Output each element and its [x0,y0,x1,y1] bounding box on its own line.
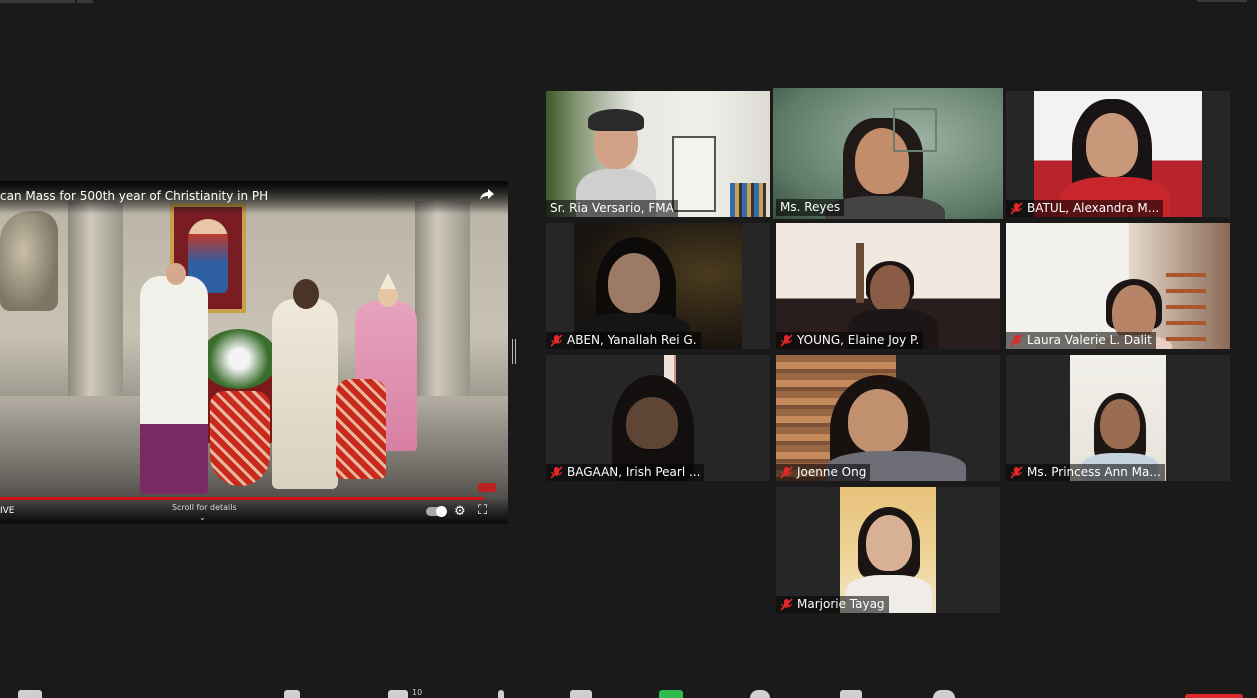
priest-figure [140,276,208,494]
video-feed [776,355,1000,481]
meeting-toolbar: 10 [0,688,1257,698]
participant-name-label: ABEN, Yanallah Rei G. [546,332,701,349]
video-feed [840,487,936,613]
microphone-muted-icon [780,334,793,347]
top-toolbar-stub [77,0,93,3]
autoplay-toggle[interactable] [426,506,447,517]
microphone-muted-icon [550,334,563,347]
microphone-muted-icon [1010,466,1023,479]
participant-name-label: Joenne Ong [776,464,871,481]
priest-head [166,263,186,285]
participant-name-label: Ms. Reyes [776,199,845,216]
participant-name-label: YOUNG, Elaine Joy P. [776,332,924,349]
microphone-muted-icon [780,466,793,479]
chevron-down-icon[interactable]: ⌄ [199,513,206,522]
record-icon[interactable] [750,690,770,698]
splitter-handle[interactable] [512,339,516,364]
exit-fullscreen-icon[interactable]: ⛶ [478,503,487,518]
speaker-icon[interactable] [284,690,300,698]
participant-tile[interactable]: Laura Valerie L. Dalit [1006,223,1230,349]
participants-icon[interactable] [388,690,408,698]
scroll-for-details[interactable]: Scroll for details [172,503,237,512]
shared-screen[interactable]: can Mass for 500th year of Christianity … [0,181,508,524]
top-toolbar-stub [1197,0,1247,2]
breakout-rooms-icon[interactable] [840,690,862,698]
participant-name-label: Marjorie Tayag [776,596,889,613]
microphone-muted-icon [550,466,563,479]
video-feed [1034,91,1202,217]
participant-tile[interactable]: Marjorie Tayag [776,487,1000,613]
video-feed [1006,223,1230,349]
live-badge: IVE [0,506,15,516]
child-figure [210,391,270,486]
participant-tile[interactable]: BAGAAN, Irish Pearl ... [546,355,770,481]
child-figure [336,379,386,479]
participant-name-label: Sr. Ria Versario, FMA [546,200,678,217]
woman-head [293,279,319,309]
progress-bar[interactable] [0,497,484,500]
share-screen-icon[interactable] [659,690,683,698]
participant-tile[interactable]: Ms. Princess Ann Ma... [1006,355,1230,481]
participant-tile-active-speaker[interactable]: Ms. Reyes [773,88,1003,219]
reactions-icon[interactable] [933,690,955,698]
top-toolbar-stub [0,0,75,3]
video-frame [0,181,508,524]
more-icon[interactable] [570,690,592,698]
gear-icon[interactable]: ⚙ [454,504,466,519]
video-feed [1070,355,1166,481]
youtube-logo-icon [478,483,496,492]
microphone-muted-icon [780,598,793,611]
participants-count: 10 [412,688,423,697]
chat-icon[interactable] [498,690,504,698]
flowers [200,329,278,389]
video-feed [546,91,770,217]
end-meeting-button[interactable] [1185,694,1243,698]
video-feed [574,355,742,481]
participant-tile[interactable]: ABEN, Yanallah Rei G. [546,223,770,349]
participant-name-label: BATUL, Alexandra M... [1006,200,1164,217]
participant-name-label: BAGAAN, Irish Pearl ... [546,464,705,481]
participant-tile[interactable]: YOUNG, Elaine Joy P. [776,223,1000,349]
video-camera-icon[interactable] [18,690,42,698]
participant-name-label: Laura Valerie L. Dalit [1006,332,1156,349]
mitre [380,273,396,289]
video-feed [574,223,742,349]
participant-tile[interactable]: Joenne Ong [776,355,1000,481]
participant-tile[interactable]: BATUL, Alexandra M... [1006,91,1230,217]
participant-tile[interactable]: Sr. Ria Versario, FMA [546,91,770,217]
participant-name-label: Ms. Princess Ann Ma... [1006,464,1165,481]
video-title[interactable]: can Mass for 500th year of Christianity … [0,189,268,203]
video-feed [776,223,1000,349]
microphone-muted-icon [1010,202,1023,215]
microphone-muted-icon [1010,334,1023,347]
share-arrow-icon[interactable] [480,189,494,201]
statue [0,211,58,311]
woman-figure [272,299,338,489]
